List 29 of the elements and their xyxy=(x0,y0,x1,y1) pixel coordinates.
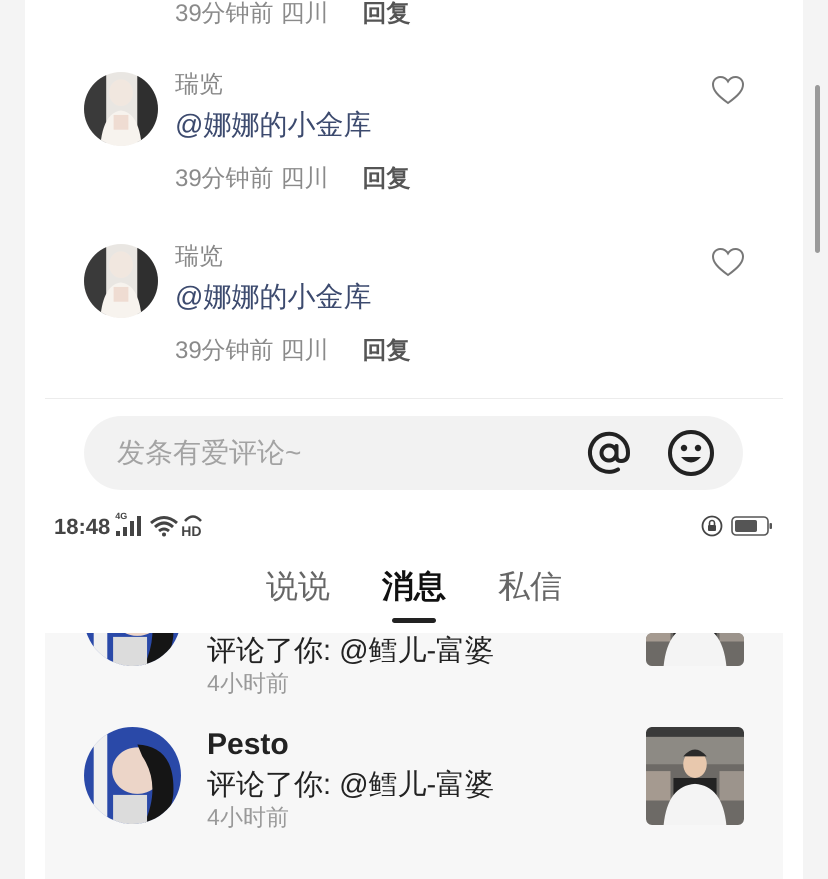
comment-meta: 39分钟前 四川 xyxy=(175,336,328,366)
tab[interactable]: 消息 xyxy=(382,566,446,623)
hd-label: HD xyxy=(181,524,202,538)
heart-icon[interactable] xyxy=(711,247,745,277)
username[interactable]: 瑞览 xyxy=(175,242,711,272)
emoji-icon[interactable] xyxy=(667,429,715,477)
status-time: 18:48 xyxy=(54,512,110,540)
network-type: 4G xyxy=(115,511,128,521)
message-time: 4小时前 xyxy=(207,669,290,697)
comment-meta: 39分钟前 四川 xyxy=(175,0,328,26)
reply-link[interactable]: 回复 xyxy=(362,164,410,194)
username[interactable]: 瑞览 xyxy=(175,70,711,100)
scrollbar[interactable] xyxy=(815,85,820,253)
battery-icon xyxy=(731,516,773,536)
reply-link[interactable]: 回复 xyxy=(362,0,410,26)
comment-text: @娜娜的小金库 xyxy=(175,108,372,142)
rotation-lock-icon xyxy=(701,515,723,537)
mention-icon[interactable] xyxy=(585,429,633,477)
tab[interactable]: 说说 xyxy=(266,566,330,623)
comment-meta: 39分钟前 四川 xyxy=(175,164,328,194)
message-time: 4小时前 xyxy=(207,803,290,831)
heart-icon[interactable] xyxy=(711,75,745,105)
comment-text: @娜娜的小金库 xyxy=(175,280,372,314)
message-text: 评论了你: @鳕儿-富婆 xyxy=(207,634,496,669)
reply-link[interactable]: 回复 xyxy=(362,336,410,366)
username[interactable]: Pesto xyxy=(207,727,646,763)
wifi-icon xyxy=(149,515,180,537)
message-text: 评论了你: @鳕儿-富婆 xyxy=(207,768,496,803)
tab[interactable]: 私信 xyxy=(498,566,562,623)
